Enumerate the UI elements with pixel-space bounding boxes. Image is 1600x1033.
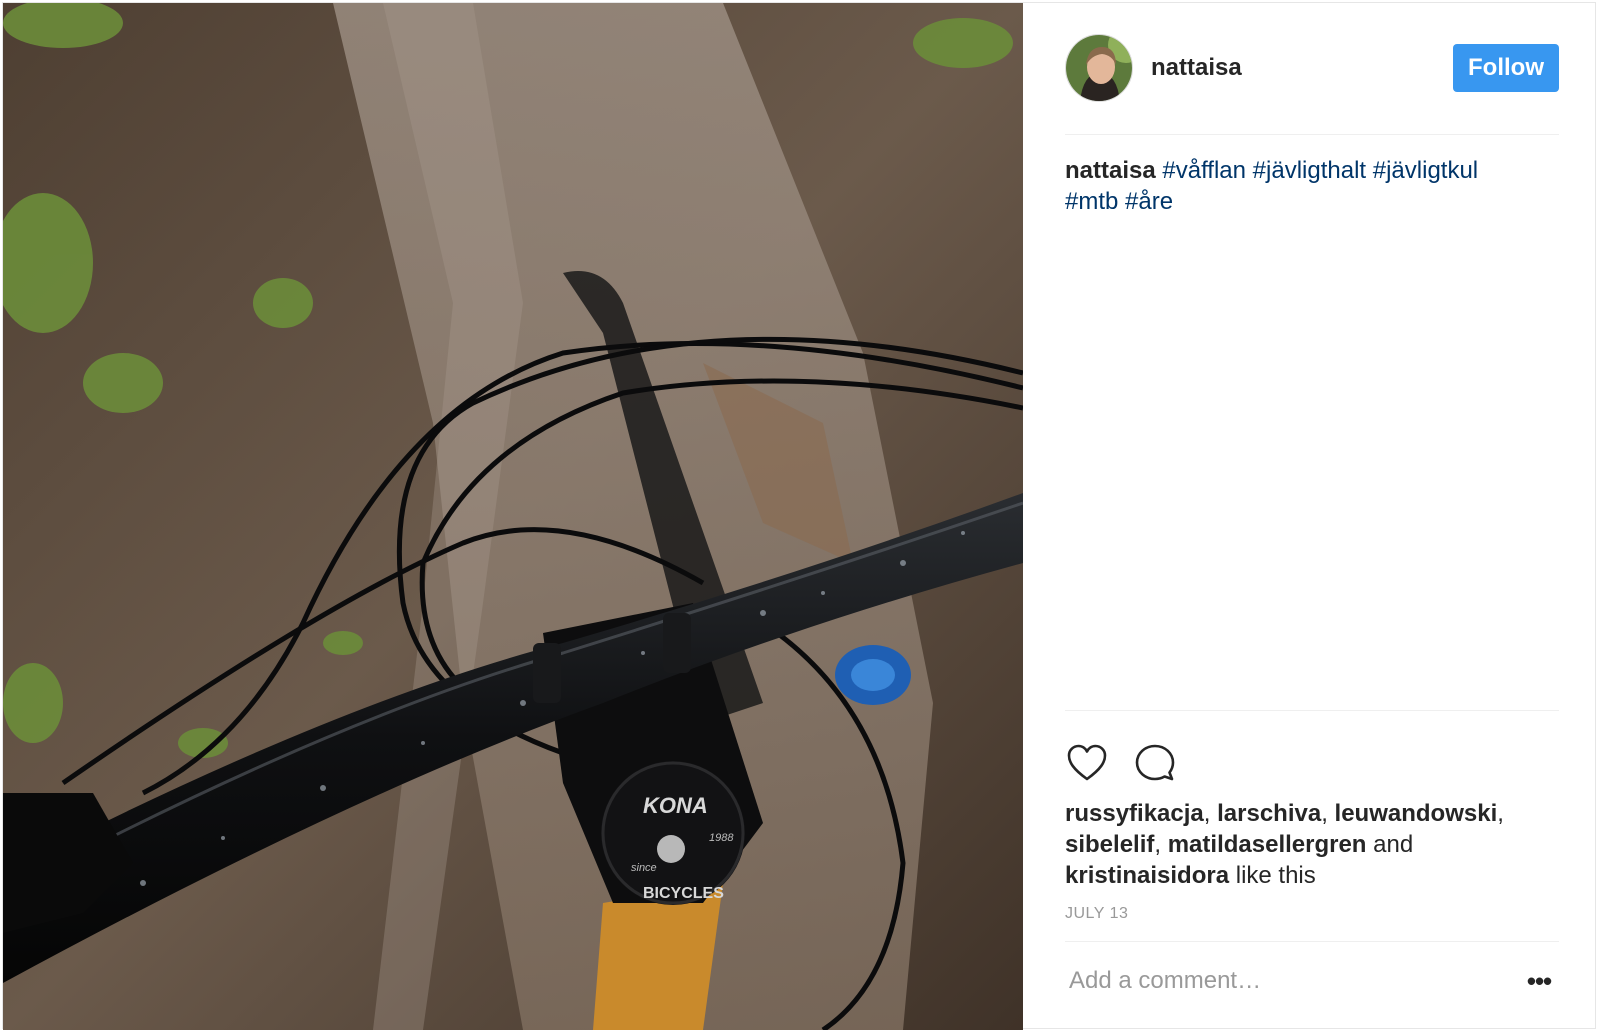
liker-username[interactable]: leuwandowski [1335, 800, 1498, 827]
bike-handlebar-photo: KONA BICYCLES since 1988 [3, 3, 1023, 1030]
instagram-post: KONA BICYCLES since 1988 nattaisa Follow… [2, 2, 1596, 1030]
headset-since: since [631, 862, 657, 874]
hashtag-link[interactable]: #jävligthalt [1253, 157, 1366, 184]
hashtag-link[interactable]: #jävligtkul [1373, 157, 1478, 184]
liker-username[interactable]: sibelelif [1065, 831, 1154, 858]
follow-button[interactable]: Follow [1453, 44, 1559, 92]
post-username[interactable]: nattaisa [1151, 54, 1242, 82]
comment-row: ••• [1065, 953, 1559, 1009]
likes-text: russyfikacja, larschiva, leuwandowski, s… [1065, 800, 1504, 889]
liker-username[interactable]: russyfikacja [1065, 800, 1204, 827]
hashtag-link[interactable]: #mtb [1065, 188, 1118, 215]
post-caption: nattaisa #våfflan #jävligthalt #jävligtk… [1065, 155, 1559, 217]
post-sidebar: nattaisa Follow nattaisa #våfflan #jävli… [1023, 3, 1595, 1030]
hashtag-link[interactable]: #våfflan [1162, 157, 1246, 184]
comment-icon[interactable] [1133, 741, 1177, 785]
header-divider [1065, 134, 1559, 135]
hashtag-link[interactable]: #åre [1125, 188, 1173, 215]
headset-year: 1988 [709, 832, 734, 844]
avatar[interactable] [1065, 34, 1133, 102]
liker-username[interactable]: larschiva [1217, 800, 1321, 827]
avatar-image [1066, 35, 1132, 101]
more-options-icon[interactable]: ••• [1519, 961, 1559, 1001]
liker-username[interactable]: kristinaisidora [1065, 862, 1229, 889]
post-header: nattaisa Follow [1065, 33, 1559, 103]
post-date[interactable]: JULY 13 [1065, 905, 1128, 923]
headset-line: BICYCLES [643, 885, 724, 902]
likes-suffix: like this [1235, 862, 1316, 889]
liker-username[interactable]: matildasellergren [1168, 831, 1367, 858]
comment-divider [1065, 941, 1559, 942]
actions-divider [1065, 710, 1559, 711]
comment-input[interactable] [1065, 967, 1519, 995]
caption-username[interactable]: nattaisa [1065, 157, 1156, 184]
post-actions [1065, 741, 1177, 785]
headset-brand: KONA [643, 793, 708, 818]
likes-and-word: and [1373, 831, 1414, 858]
heart-icon[interactable] [1065, 741, 1109, 785]
post-photo[interactable]: KONA BICYCLES since 1988 [3, 3, 1023, 1030]
